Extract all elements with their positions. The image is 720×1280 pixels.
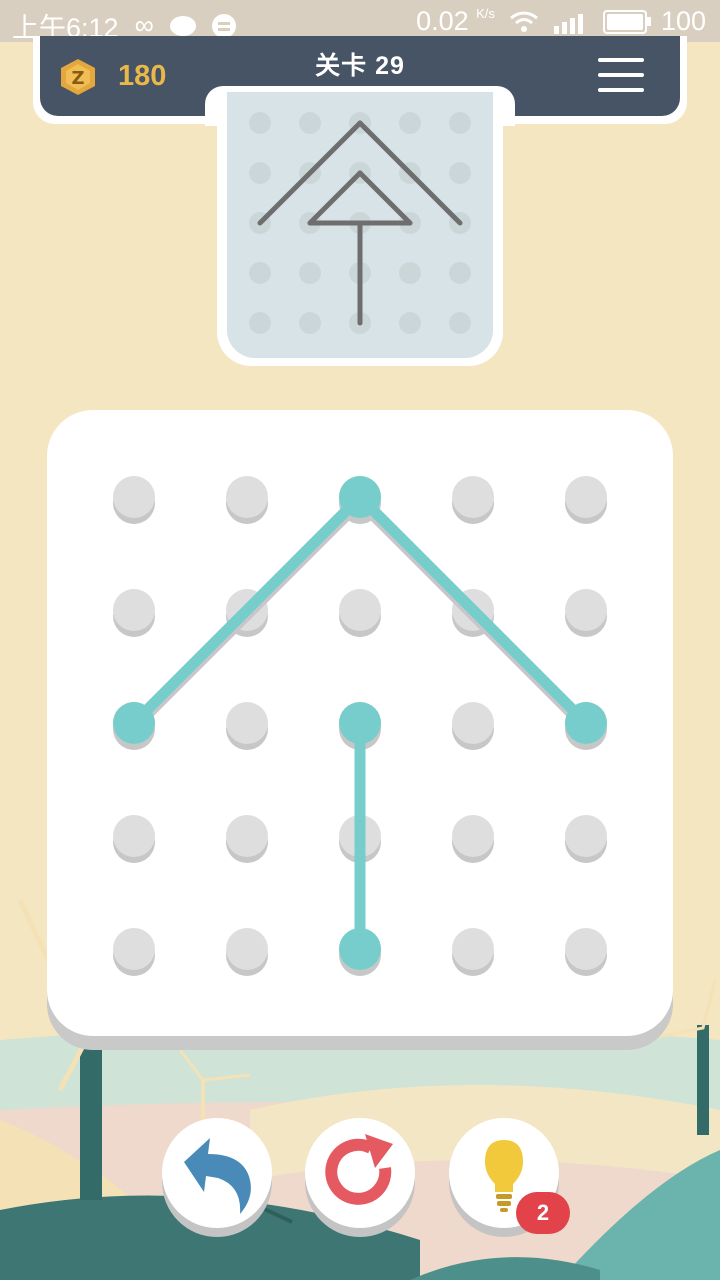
preview-dot	[249, 112, 271, 134]
preview-dot	[299, 262, 321, 284]
active-dot[interactable]	[565, 702, 607, 744]
grid-dot[interactable]	[226, 815, 268, 857]
preview-dot	[399, 262, 421, 284]
active-dot[interactable]	[339, 476, 381, 518]
undo-button[interactable]	[162, 1118, 272, 1228]
board-grid[interactable]	[47, 410, 673, 1036]
grid-dot[interactable]	[452, 476, 494, 518]
grid-dot[interactable]	[565, 589, 607, 631]
preview-dot	[449, 112, 471, 134]
grid-dot[interactable]	[113, 476, 155, 518]
level-number: 29	[375, 52, 405, 80]
grid-dot[interactable]	[452, 928, 494, 970]
grid-dot[interactable]	[339, 589, 381, 631]
preview-dot	[249, 312, 271, 334]
restart-button[interactable]	[305, 1118, 415, 1228]
speed-unit: K/s	[476, 6, 495, 21]
undo-arrow-icon	[184, 1138, 251, 1214]
hint-count-badge: 2	[516, 1192, 570, 1234]
preview-dot	[449, 312, 471, 334]
grid-dot[interactable]	[565, 815, 607, 857]
preview-dot	[399, 312, 421, 334]
hamburger-menu-icon	[596, 58, 648, 92]
battery-level: 100	[660, 6, 706, 36]
target-preview	[227, 92, 493, 358]
preview-line	[257, 120, 363, 226]
chat-bubble-icon	[169, 15, 196, 36]
active-dot[interactable]	[339, 702, 381, 744]
preview-dot	[449, 262, 471, 284]
grid-dot[interactable]	[226, 476, 268, 518]
grid-dot[interactable]	[565, 476, 607, 518]
restart-icon	[325, 1134, 393, 1205]
grid-dot[interactable]	[226, 928, 268, 970]
active-dot[interactable]	[113, 702, 155, 744]
preview-dot	[449, 162, 471, 184]
message-icon	[211, 13, 236, 38]
preview-dot	[249, 262, 271, 284]
drawn-line	[128, 491, 366, 729]
grid-dot[interactable]	[113, 589, 155, 631]
grid-dot[interactable]	[452, 702, 494, 744]
active-dot[interactable]	[339, 928, 381, 970]
signal-icon	[553, 13, 583, 34]
drawn-line	[354, 491, 592, 729]
grid-dot[interactable]	[113, 928, 155, 970]
preview-line	[357, 120, 463, 226]
grid-dot[interactable]	[452, 815, 494, 857]
grid-dot[interactable]	[565, 928, 607, 970]
preview-dot	[249, 162, 271, 184]
grid-dot[interactable]	[113, 815, 155, 857]
network-speed: 0.02 K/s	[416, 6, 495, 37]
menu-button[interactable]	[596, 58, 648, 98]
target-pattern	[249, 112, 471, 334]
level-label: 关卡	[315, 52, 368, 80]
speed-value: 0.02	[416, 6, 469, 36]
preview-dot	[299, 112, 321, 134]
game-board[interactable]	[47, 410, 673, 1036]
battery-icon	[602, 9, 651, 34]
preview-dot	[299, 312, 321, 334]
grid-dot[interactable]	[226, 702, 268, 744]
preview-dot	[399, 112, 421, 134]
wifi-icon	[510, 11, 538, 32]
